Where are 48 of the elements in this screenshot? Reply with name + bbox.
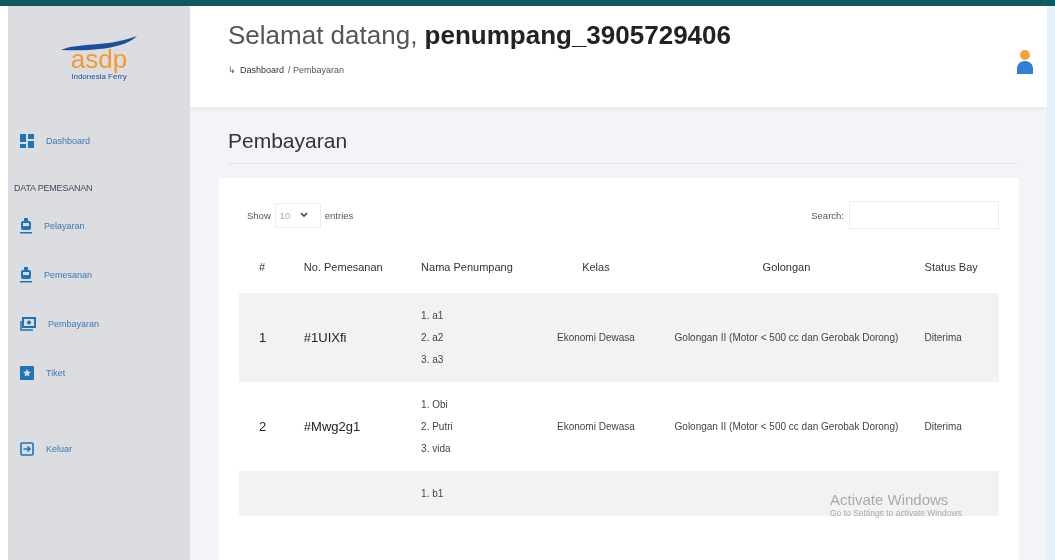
money-icon <box>20 316 36 331</box>
table-cell: Golongan II (Motor < 500 cc dan Gerobak Dorong) <box>649 382 924 471</box>
sidebar-item[interactable]: Tiket <box>8 348 190 397</box>
user-avatar-icon[interactable] <box>1017 50 1033 74</box>
column-header[interactable]: No. Pemesanan <box>302 241 421 293</box>
table-cell: Ekonomi Dewasa <box>542 293 650 382</box>
table-cell: #Mwg2g1 <box>302 382 421 471</box>
table-cell: Diterima <box>923 293 999 382</box>
breadcrumb-arrow: ↳ <box>228 65 236 75</box>
table-cell: Golongan II (Motor < 500 cc dan Gerobak Dorong) <box>649 293 924 382</box>
table-cell: 2 <box>239 382 303 471</box>
table-cell: 1 <box>239 293 303 382</box>
activation-notice-text: Go to Settings to activate Windows. <box>830 508 965 518</box>
sidebar-item[interactable]: Keluar <box>8 424 190 473</box>
column-header[interactable]: # <box>239 241 303 293</box>
breadcrumb-link[interactable]: Dashboard <box>240 65 285 75</box>
breadcrumb-current: / Pembayaran <box>288 65 345 75</box>
passenger-name: 2. a2 <box>421 332 445 343</box>
column-header[interactable]: Kelas <box>542 241 650 293</box>
table-cell: Diterima <box>923 382 999 471</box>
passenger-name: 1. b1 <box>421 488 445 499</box>
passenger-name: 1. a1 <box>421 310 445 321</box>
column-header[interactable]: Nama Penumpang <box>420 241 543 293</box>
sidebar-item[interactable]: Pemesanan <box>8 250 190 299</box>
train-icon <box>20 217 32 234</box>
dashboard-icon <box>20 133 34 148</box>
sidebar-item[interactable]: Pelayaran <box>8 201 190 250</box>
activation-notice-title: Activate Windows <box>830 491 950 508</box>
welcome-title: Selamat datang, penumpang_3905729406 <box>228 20 731 51</box>
ticket-icon <box>20 365 34 380</box>
page-title: Pembayaran <box>228 129 1018 164</box>
section-heading: DATA PEMESANAN <box>13 182 94 195</box>
passenger-name: 1. Obi <box>421 399 449 410</box>
sidebar-item[interactable]: Pembayaran <box>8 299 190 348</box>
passenger-name: 3. vida <box>421 443 452 454</box>
search-label: Search: <box>811 209 844 221</box>
passenger-name: 3. a3 <box>421 354 445 365</box>
column-header[interactable]: Golongan <box>649 241 924 293</box>
logout-icon <box>20 441 34 456</box>
train-icon <box>20 266 32 283</box>
chevron-down-icon <box>300 212 309 218</box>
entries-label: entries <box>324 209 354 221</box>
show-label: Show <box>247 209 271 221</box>
column-header[interactable]: Status Bay <box>923 241 999 293</box>
passenger-name: 2. Putri <box>421 421 454 432</box>
sidebar-item[interactable]: Dashboard <box>8 116 190 165</box>
table-cell: Ekonomi Dewasa <box>542 382 650 471</box>
table-cell: #1UIXfi <box>302 293 421 382</box>
